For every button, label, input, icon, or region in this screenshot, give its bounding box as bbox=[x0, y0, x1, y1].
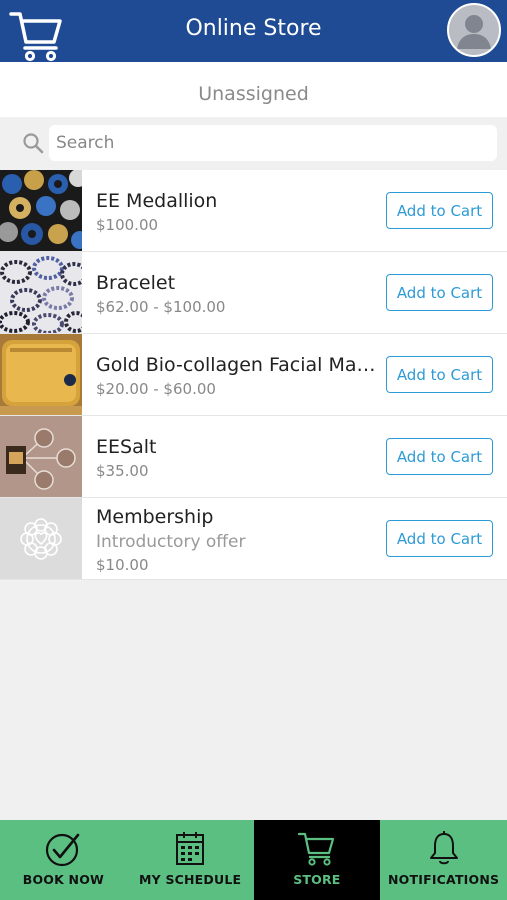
tab-label: MY SCHEDULE bbox=[139, 872, 242, 887]
bottom-tab-bar: BOOK NOW MY SCHEDULE STORE NOTIFICATIONS bbox=[0, 820, 507, 900]
calendar-icon bbox=[176, 832, 205, 865]
check-circle-icon bbox=[46, 833, 80, 867]
tab-label: STORE bbox=[293, 872, 341, 887]
tab-book-now[interactable]: BOOK NOW bbox=[0, 820, 127, 900]
product-name: Membership bbox=[96, 506, 214, 528]
cart-icon bbox=[297, 832, 334, 866]
app-header: Online Store bbox=[0, 0, 507, 62]
tab-my-schedule[interactable]: MY SCHEDULE bbox=[126, 820, 254, 900]
tab-store[interactable]: STORE bbox=[253, 820, 381, 900]
product-row-ee-medallion[interactable]: EE Medallion $100.00 Add to Cart bbox=[0, 170, 507, 252]
page-title: Online Store bbox=[185, 16, 322, 41]
product-price: $10.00 bbox=[96, 556, 149, 574]
tab-label: NOTIFICATIONS bbox=[388, 872, 500, 887]
product-thumbnail bbox=[0, 334, 82, 415]
add-to-cart-button[interactable]: Add to Cart bbox=[386, 274, 493, 311]
product-price: $20.00 - $60.00 bbox=[96, 380, 216, 398]
search-bar bbox=[0, 117, 507, 170]
product-row-gold-facial-mask[interactable]: Gold Bio-collagen Facial Mas… $20.00 - $… bbox=[0, 334, 507, 416]
add-to-cart-button[interactable]: Add to Cart bbox=[386, 192, 493, 229]
product-thumbnail bbox=[0, 498, 82, 579]
product-thumbnail bbox=[0, 252, 82, 333]
product-price: $62.00 - $100.00 bbox=[96, 298, 226, 316]
add-to-cart-button[interactable]: Add to Cart bbox=[386, 438, 493, 475]
product-name: Gold Bio-collagen Facial Mas… bbox=[96, 354, 376, 376]
location-label[interactable]: Unassigned bbox=[0, 62, 507, 117]
bell-icon bbox=[429, 831, 458, 865]
tab-notifications[interactable]: NOTIFICATIONS bbox=[380, 820, 507, 900]
product-name: EESalt bbox=[96, 436, 157, 458]
tab-label: BOOK NOW bbox=[22, 872, 105, 887]
product-name: Bracelet bbox=[96, 272, 176, 294]
product-description: Introductory offer bbox=[96, 532, 246, 552]
product-price: $100.00 bbox=[96, 216, 159, 234]
add-to-cart-button[interactable]: Add to Cart bbox=[386, 520, 493, 557]
product-price: $35.00 bbox=[96, 462, 149, 480]
add-to-cart-button[interactable]: Add to Cart bbox=[386, 356, 493, 393]
product-thumbnail bbox=[0, 416, 82, 497]
product-row-bracelet[interactable]: Bracelet $62.00 - $100.00 Add to Cart bbox=[0, 252, 507, 334]
product-thumbnail bbox=[0, 170, 82, 251]
product-name: EE Medallion bbox=[96, 190, 218, 212]
search-icon bbox=[22, 132, 44, 154]
product-list: EE Medallion $100.00 Add to Cart Bracele… bbox=[0, 170, 507, 580]
product-row-eesalt[interactable]: EESalt $35.00 Add to Cart bbox=[0, 416, 507, 498]
search-input[interactable] bbox=[49, 125, 497, 161]
product-row-membership[interactable]: Membership Introductory offer $10.00 Add… bbox=[0, 498, 507, 580]
user-avatar-icon[interactable] bbox=[447, 3, 501, 57]
